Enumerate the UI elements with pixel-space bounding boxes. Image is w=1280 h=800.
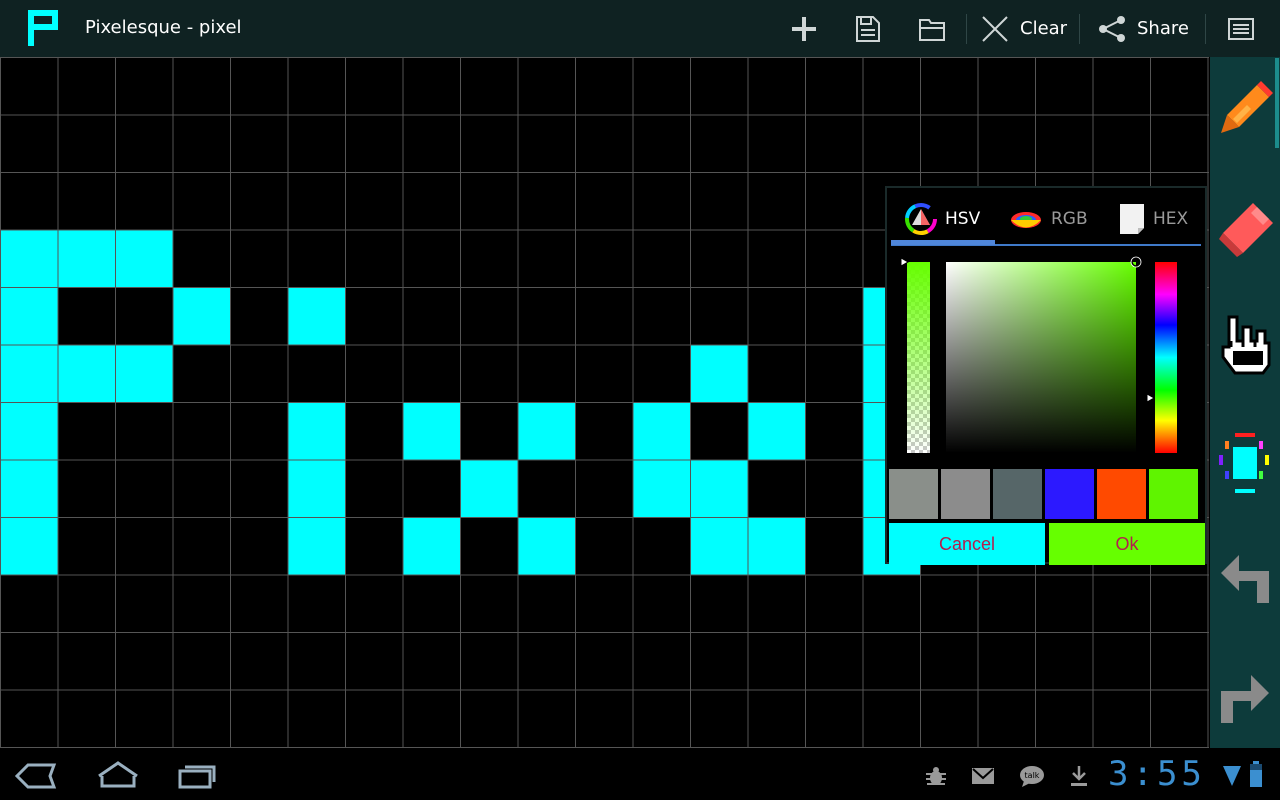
folder-icon bbox=[919, 18, 945, 41]
filled-pixel[interactable] bbox=[115, 229, 173, 288]
debug-bug-icon bbox=[926, 767, 946, 785]
back-icon[interactable] bbox=[14, 762, 58, 790]
redo-tool[interactable] bbox=[1210, 657, 1280, 747]
filled-pixel[interactable] bbox=[690, 517, 748, 575]
recent-color-swatch[interactable] bbox=[993, 469, 1042, 519]
save-button[interactable] bbox=[852, 0, 884, 57]
pencil-icon bbox=[1221, 81, 1273, 133]
filled-pixel[interactable] bbox=[57, 229, 116, 288]
filled-pixel[interactable] bbox=[287, 517, 346, 575]
undo-arrow-icon bbox=[1221, 555, 1269, 603]
recent-color-swatch[interactable] bbox=[889, 469, 938, 519]
save-document-icon bbox=[856, 15, 880, 42]
filled-pixel[interactable] bbox=[632, 459, 691, 518]
new-button[interactable] bbox=[786, 0, 822, 57]
filled-pixel[interactable] bbox=[0, 344, 58, 403]
actionbar-divider bbox=[1205, 14, 1206, 44]
overflow-menu-icon bbox=[1228, 17, 1254, 40]
rgb-icon bbox=[1011, 212, 1041, 228]
recent-color-swatch[interactable] bbox=[1097, 469, 1146, 519]
filled-pixel[interactable] bbox=[747, 517, 806, 575]
talk-icon: talk bbox=[1020, 766, 1044, 787]
filled-pixel[interactable] bbox=[402, 402, 461, 460]
share-button[interactable]: Share bbox=[1097, 0, 1189, 57]
filled-pixel[interactable] bbox=[287, 402, 346, 460]
filled-pixel[interactable] bbox=[57, 344, 116, 403]
filled-pixel[interactable] bbox=[460, 459, 518, 518]
recent-color-swatch[interactable] bbox=[941, 469, 990, 519]
hex-table-icon bbox=[1120, 204, 1144, 234]
home-icon[interactable] bbox=[96, 760, 140, 790]
clear-button[interactable]: Clear bbox=[980, 0, 1067, 57]
share-icon bbox=[1099, 15, 1125, 42]
tab-rgb[interactable]: RGB bbox=[1009, 194, 1088, 244]
app-title: Pixelesque - pixel bbox=[85, 17, 242, 38]
saturation-value-square[interactable] bbox=[946, 262, 1136, 453]
filled-pixel[interactable] bbox=[0, 287, 58, 345]
filled-pixel[interactable] bbox=[287, 287, 346, 345]
actionbar-divider bbox=[966, 14, 967, 44]
open-button[interactable] bbox=[916, 0, 948, 57]
eraser-icon bbox=[1219, 203, 1273, 257]
tab-hex-label: HEX bbox=[1153, 209, 1189, 229]
tab-hsv-label: HSV bbox=[945, 209, 981, 229]
active-tab-indicator bbox=[891, 240, 995, 245]
filled-pixel[interactable] bbox=[690, 459, 748, 518]
pixelesque-logo-icon bbox=[28, 10, 62, 46]
filled-pixel[interactable] bbox=[172, 287, 231, 345]
tab-hex[interactable]: HEX bbox=[1119, 194, 1188, 244]
redo-arrow-icon bbox=[1221, 675, 1269, 723]
alpha-slider-thumb[interactable] bbox=[900, 257, 910, 267]
hue-slider[interactable] bbox=[1155, 262, 1177, 453]
filled-pixel[interactable] bbox=[747, 402, 806, 460]
share-label: Share bbox=[1137, 18, 1189, 39]
color-picker-dialog: HSV RGB HEX Cancel Ok bbox=[885, 186, 1207, 565]
color-picker-tool[interactable] bbox=[1210, 417, 1280, 507]
status-clock: 3:55 bbox=[1108, 754, 1206, 794]
system-nav-bar: talk 3:55 bbox=[0, 748, 1280, 800]
filled-pixel[interactable] bbox=[0, 402, 58, 460]
wifi-signal-icon bbox=[1223, 766, 1241, 786]
tab-hsv[interactable]: HSV bbox=[905, 194, 980, 244]
color-picker-icon bbox=[1219, 433, 1269, 493]
filled-pixel[interactable] bbox=[0, 517, 58, 575]
recent-color-swatch[interactable] bbox=[1045, 469, 1094, 519]
alpha-slider[interactable] bbox=[907, 262, 930, 453]
tool-rail-scroll-indicator bbox=[1275, 58, 1279, 148]
filled-pixel[interactable] bbox=[0, 229, 58, 288]
battery-icon bbox=[1250, 761, 1262, 787]
hsv-color-wheel-icon bbox=[905, 203, 937, 235]
filled-pixel[interactable] bbox=[517, 517, 576, 575]
clear-label: Clear bbox=[1020, 18, 1068, 39]
filled-pixel[interactable] bbox=[632, 402, 691, 460]
hand-pan-icon bbox=[1221, 315, 1271, 375]
tool-rail bbox=[1210, 57, 1280, 748]
plus-icon bbox=[792, 16, 816, 41]
actionbar-divider bbox=[1079, 14, 1080, 44]
filled-pixel[interactable] bbox=[115, 344, 173, 403]
svg-text:talk: talk bbox=[1025, 771, 1040, 780]
cancel-button[interactable]: Cancel bbox=[889, 523, 1045, 565]
action-bar: Pixelesque - pixel Clear Share bbox=[0, 0, 1280, 57]
hue-slider-thumb[interactable] bbox=[1146, 393, 1156, 403]
hand-pan-tool[interactable] bbox=[1210, 297, 1280, 387]
gmail-icon bbox=[972, 768, 994, 784]
undo-tool[interactable] bbox=[1210, 537, 1280, 627]
filled-pixel[interactable] bbox=[517, 402, 576, 460]
filled-pixel[interactable] bbox=[287, 459, 346, 518]
filled-pixel[interactable] bbox=[690, 344, 748, 403]
recent-apps-icon[interactable] bbox=[176, 762, 218, 790]
recent-color-swatch[interactable] bbox=[1149, 469, 1198, 519]
download-icon bbox=[1071, 766, 1087, 786]
eraser-tool[interactable] bbox=[1210, 183, 1280, 273]
filled-pixel[interactable] bbox=[402, 517, 461, 575]
filled-pixel[interactable] bbox=[0, 459, 58, 518]
sv-selector-circle[interactable] bbox=[1130, 256, 1142, 268]
pencil-tool[interactable] bbox=[1210, 57, 1280, 147]
clear-x-icon bbox=[982, 15, 1008, 42]
overflow-menu-button[interactable] bbox=[1226, 0, 1256, 57]
ok-button[interactable]: Ok bbox=[1049, 523, 1205, 565]
tab-rgb-label: RGB bbox=[1051, 209, 1088, 229]
